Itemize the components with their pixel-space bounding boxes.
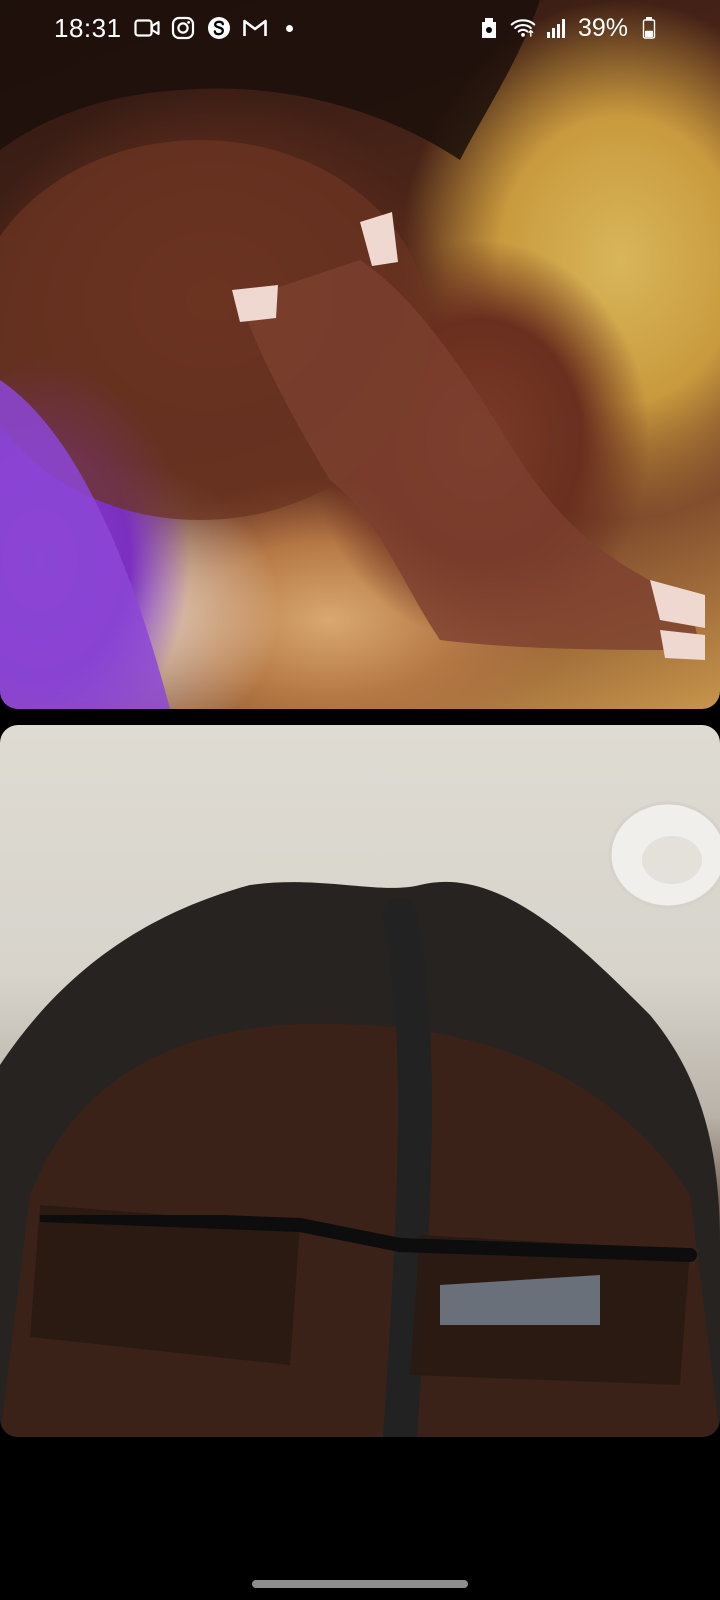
s-app-icon [206,15,232,41]
battery-icon [636,15,662,41]
instagram-icon [170,15,196,41]
status-bar-left: 18:31 [54,10,293,46]
more-notifications-dot [285,24,293,32]
battery-percent: 39% [577,13,628,42]
local-self-video[interactable] [0,725,720,1437]
data-saver-icon [476,15,502,41]
home-gesture-handle[interactable] [252,1580,468,1588]
video-camera-icon [133,15,160,41]
local-video-feed [0,801,720,1437]
status-time: 18:31 [54,12,122,43]
remote-video-feed [0,0,705,709]
remote-participant-video[interactable] [0,0,720,709]
status-bar: 18:31 39% [0,0,720,56]
gmail-icon [242,15,268,41]
status-bar-right: 39% [476,10,662,46]
wifi-icon [510,15,536,41]
signal-icon [544,15,570,41]
